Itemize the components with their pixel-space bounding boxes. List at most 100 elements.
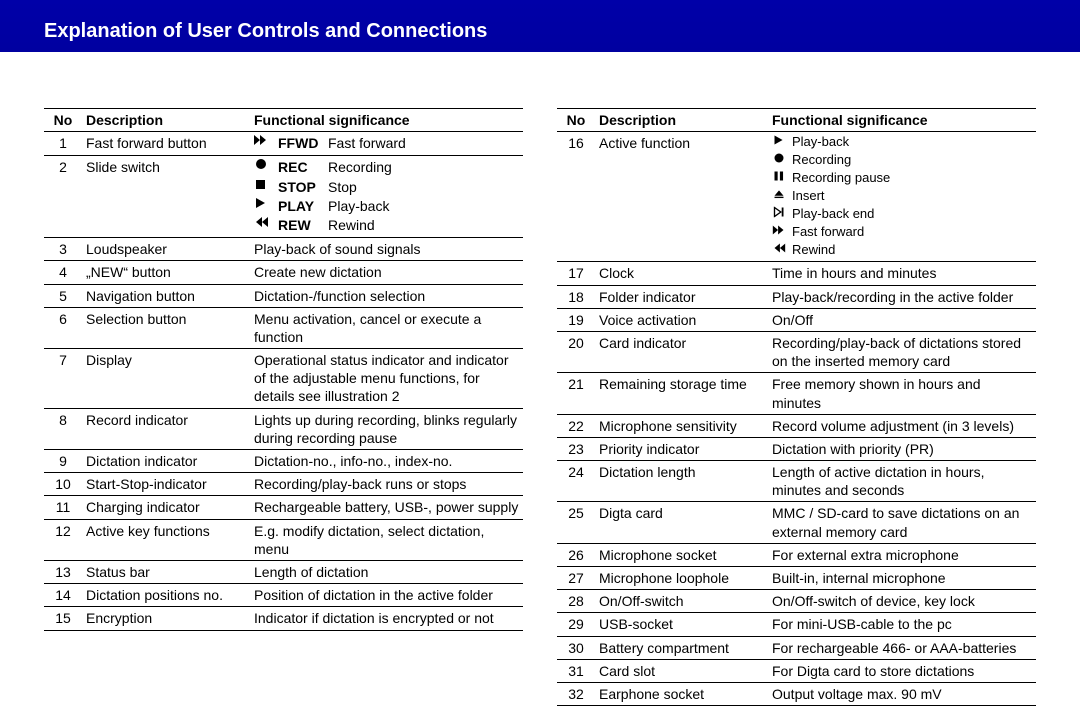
- table-row: 20Card indicatorRecording/play-back of d…: [557, 331, 1036, 372]
- cell-desc: Microphone loophole: [595, 567, 768, 590]
- symbol-row: Recording: [772, 152, 1032, 169]
- cell-no: 9: [44, 450, 82, 473]
- cell-func: Output voltage max. 90 mV: [768, 682, 1036, 705]
- cell-no: 32: [557, 682, 595, 705]
- table-row: 9Dictation indicatorDictation-no., info-…: [44, 450, 523, 473]
- cell-desc: Loudspeaker: [82, 238, 250, 261]
- cell-func: Position of dictation in the active fold…: [250, 584, 523, 607]
- controls-table-left: No Description Functional significance 1…: [44, 108, 523, 631]
- cell-no: 10: [44, 473, 82, 496]
- func-text: Free memory shown in hours and minutes: [772, 376, 981, 410]
- cell-no: 30: [557, 636, 595, 659]
- cell-desc: Navigation button: [82, 284, 250, 307]
- cell-no: 31: [557, 659, 595, 682]
- symbol-row: RECRecording: [254, 158, 519, 176]
- cell-no: 25: [557, 502, 595, 543]
- func-text: On/Off-switch of device, key lock: [772, 593, 975, 609]
- cell-no: 6: [44, 307, 82, 348]
- cell-func: Create new dictation: [250, 261, 523, 284]
- symbol-row: REWRewind: [254, 216, 519, 234]
- func-text: Time in hours and minutes: [772, 265, 936, 281]
- func-text: Length of dictation: [254, 564, 368, 580]
- cell-func: On/Off: [768, 308, 1036, 331]
- cell-no: 20: [557, 331, 595, 372]
- func-text: For rechargeable 466- or AAA-batteries: [772, 640, 1016, 656]
- table-row: 31Card slotFor Digta card to store dicta…: [557, 659, 1036, 682]
- cell-func: Dictation with priority (PR): [768, 437, 1036, 460]
- func-text: Dictation-no., info-no., index-no.: [254, 453, 452, 469]
- ffwd-icon: [772, 224, 788, 236]
- cell-desc: On/Off-switch: [595, 590, 768, 613]
- table-row: 6Selection buttonMenu activation, cancel…: [44, 307, 523, 348]
- pbend-icon: [772, 206, 788, 218]
- left-column: No Description Functional significance 1…: [44, 108, 523, 706]
- cell-func: FFWDFast forward: [250, 132, 523, 156]
- cell-desc: Voice activation: [595, 308, 768, 331]
- table-row: 24Dictation lengthLength of active dicta…: [557, 461, 1036, 502]
- cell-desc: Encryption: [82, 607, 250, 630]
- table-row: 3LoudspeakerPlay-back of sound signals: [44, 238, 523, 261]
- cell-no: 2: [44, 156, 82, 238]
- cell-desc: Status bar: [82, 560, 250, 583]
- symbol-row: STOPStop: [254, 178, 519, 196]
- table-row: 22Microphone sensitivityRecord volume ad…: [557, 414, 1036, 437]
- rew-icon: [254, 216, 274, 228]
- cell-no: 26: [557, 543, 595, 566]
- table-row: 13Status barLength of dictation: [44, 560, 523, 583]
- play-icon: [254, 197, 274, 209]
- cell-no: 29: [557, 613, 595, 636]
- func-text: Dictation-/function selection: [254, 288, 425, 304]
- cell-desc: Fast forward button: [82, 132, 250, 156]
- symbol-label: Recording: [328, 158, 392, 176]
- cell-func: Free memory shown in hours and minutes: [768, 373, 1036, 414]
- cell-desc: Active key functions: [82, 519, 250, 560]
- cell-no: 24: [557, 461, 595, 502]
- cell-no: 17: [557, 262, 595, 285]
- func-text: On/Off: [772, 312, 813, 328]
- pause-icon: [772, 170, 788, 182]
- cell-desc: Microphone sensitivity: [595, 414, 768, 437]
- cell-desc: Active function: [595, 132, 768, 262]
- symbol-label: Rewind: [792, 242, 835, 259]
- symbol-row: FFWDFast forward: [254, 134, 519, 152]
- cell-no: 5: [44, 284, 82, 307]
- cell-no: 11: [44, 496, 82, 519]
- table-row: 16Active function Play-backRecordingRecor…: [557, 132, 1036, 262]
- insert-icon: [772, 188, 788, 200]
- table-row: 14Dictation positions no.Position of dic…: [44, 584, 523, 607]
- symbol-row: Recording pause: [772, 170, 1032, 187]
- table-row: 5Navigation buttonDictation-/function se…: [44, 284, 523, 307]
- cell-desc: Folder indicator: [595, 285, 768, 308]
- table-row: 15EncryptionIndicator if dictation is en…: [44, 607, 523, 630]
- func-text: Recording/play-back of dictations stored…: [772, 335, 1021, 369]
- cell-func: Time in hours and minutes: [768, 262, 1036, 285]
- symbol-code: PLAY: [278, 197, 324, 215]
- table-row: 19Voice activationOn/Off: [557, 308, 1036, 331]
- cell-func: MMC / SD-card to save dictations on an e…: [768, 502, 1036, 543]
- controls-table-right: No Description Functional significance 1…: [557, 108, 1036, 706]
- func-text: Menu activation, cancel or execute a fun…: [254, 311, 481, 345]
- cell-desc: Selection button: [82, 307, 250, 348]
- symbol-label: Play-back: [792, 134, 849, 151]
- cell-func: Built-in, internal microphone: [768, 567, 1036, 590]
- page-header: Explanation of User Controls and Connect…: [0, 0, 1080, 52]
- table-row: 23Priority indicatorDictation with prior…: [557, 437, 1036, 460]
- func-text: Recording/play-back runs or stops: [254, 476, 466, 492]
- symbol-code: REW: [278, 216, 324, 234]
- cell-func: Length of dictation: [250, 560, 523, 583]
- func-text: Play-back of sound signals: [254, 241, 421, 257]
- cell-no: 16: [557, 132, 595, 262]
- cell-no: 7: [44, 349, 82, 409]
- symbol-row: Insert: [772, 188, 1032, 205]
- symbol-code: REC: [278, 158, 324, 176]
- cell-func: Operational status indicator and indicat…: [250, 349, 523, 409]
- func-text: For external extra microphone: [772, 547, 959, 563]
- cell-desc: Card indicator: [595, 331, 768, 372]
- table-row: 12Active key functionsE.g. modify dictat…: [44, 519, 523, 560]
- func-text: Play-back/recording in the active folder: [772, 289, 1013, 305]
- symbol-row: PLAYPlay-back: [254, 197, 519, 215]
- cell-func: Indicator if dictation is encrypted or n…: [250, 607, 523, 630]
- table-row: 10Start-Stop-indicatorRecording/play-bac…: [44, 473, 523, 496]
- content: No Description Functional significance 1…: [0, 52, 1080, 706]
- cell-desc: Microphone socket: [595, 543, 768, 566]
